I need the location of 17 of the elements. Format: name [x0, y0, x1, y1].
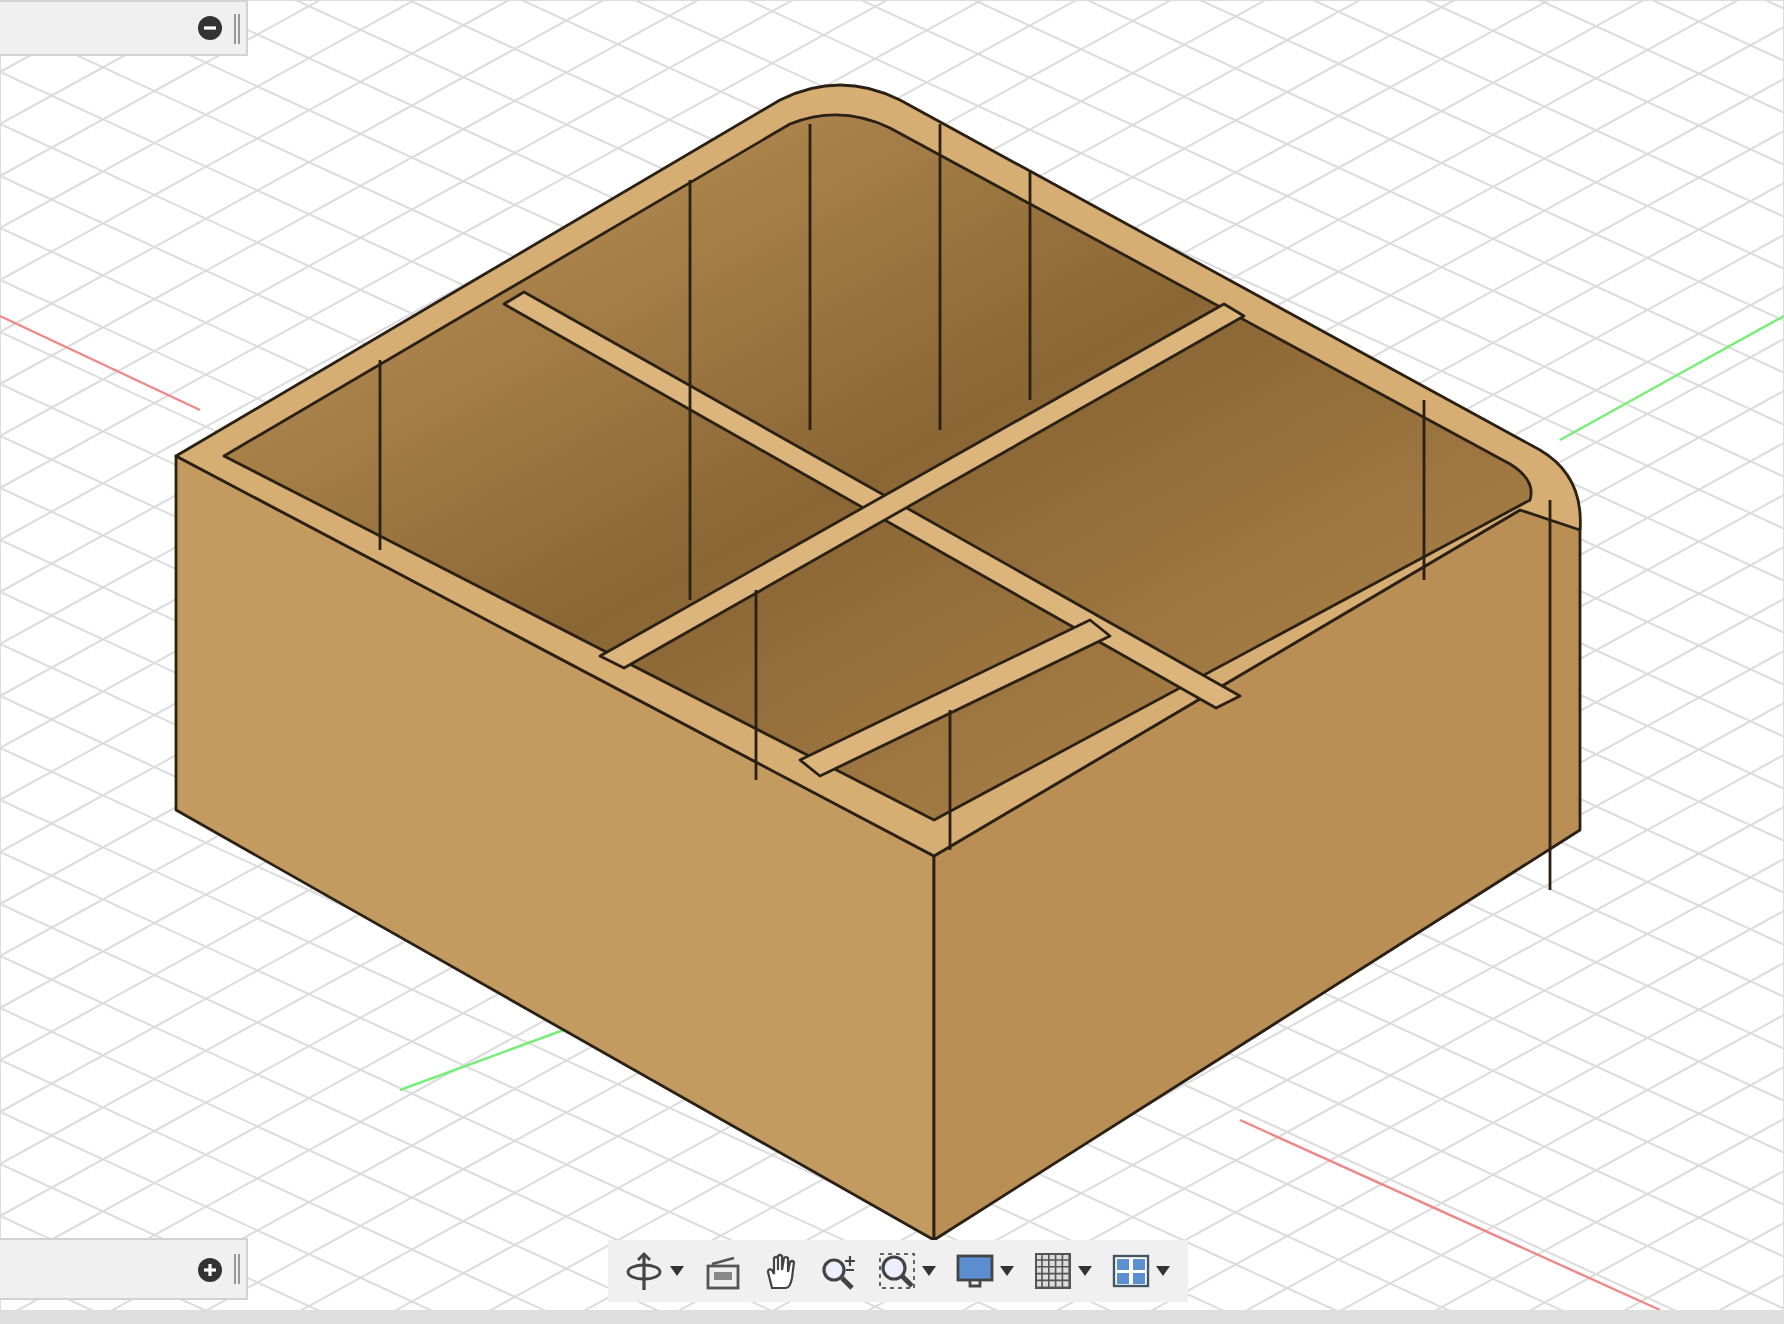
caret-icon[interactable]: [1078, 1266, 1092, 1276]
orbit-icon: [626, 1252, 664, 1290]
zoom-icon: [820, 1252, 858, 1290]
expand-icon[interactable]: [198, 1257, 222, 1281]
look-at-icon: [704, 1252, 742, 1290]
grip-icon[interactable]: [234, 1254, 240, 1284]
grip-icon[interactable]: [234, 13, 240, 43]
caret-icon[interactable]: [1000, 1266, 1014, 1276]
hand-icon: [762, 1252, 800, 1290]
zoom-window-icon: [878, 1252, 916, 1290]
grid-icon: [1034, 1252, 1072, 1290]
caret-icon[interactable]: [1156, 1266, 1170, 1276]
viewports-icon: [1112, 1252, 1150, 1290]
monitor-icon: [956, 1252, 994, 1290]
caret-icon[interactable]: [922, 1266, 936, 1276]
collapse-icon[interactable]: [198, 16, 222, 40]
caret-icon[interactable]: [670, 1266, 684, 1276]
